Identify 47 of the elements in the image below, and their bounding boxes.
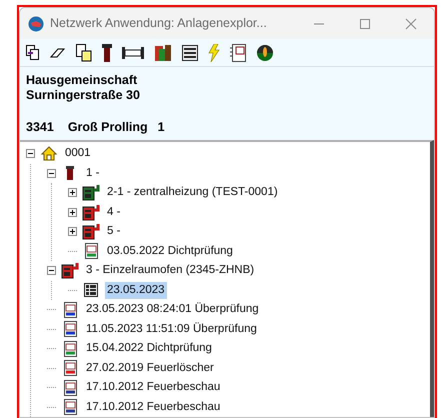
tree-item[interactable]: 3 - Einzelraumofen (2345-ZHNB) (84, 262, 256, 280)
street-text: Surningerstraße 30 (26, 88, 141, 104)
globe-icon[interactable] (256, 44, 274, 62)
copy-icon[interactable] (26, 44, 40, 61)
pipe-icon[interactable] (122, 46, 144, 59)
number-text: 1 (158, 120, 165, 136)
calendar-icon (84, 243, 98, 260)
collapse-icon[interactable] (47, 168, 56, 178)
tree-item[interactable]: 27.02.2019 Feuerlöscher (84, 360, 216, 377)
tree-item[interactable]: 4 - (105, 204, 122, 221)
collapse-icon[interactable] (26, 149, 35, 158)
postcode-text: 3341 (26, 120, 54, 136)
expand-icon[interactable] (68, 227, 77, 236)
window-title: Netzwerk Anwendung: Anlagenexplor... (50, 15, 267, 32)
paste-icon[interactable] (76, 44, 92, 62)
calendar-icon[interactable] (230, 44, 246, 62)
house-icon (41, 146, 57, 162)
calendar-icon (64, 399, 76, 416)
eraser-icon[interactable] (50, 46, 66, 59)
chimney-icon[interactable] (102, 44, 112, 62)
calendar-icon (64, 380, 76, 396)
tree-item[interactable]: 03.05.2022 Dichtprüfung (105, 242, 235, 260)
expand-icon[interactable] (68, 208, 77, 217)
chimney-icon (65, 165, 75, 182)
list-icon (84, 283, 98, 298)
collapse-icon[interactable] (47, 266, 56, 276)
tree-item[interactable]: 11.05.2023 11:51:09 Überprüfung (84, 320, 259, 338)
tree-item[interactable]: 15.04.2022 Dichtprüfung (84, 340, 214, 358)
name-text: Hausgemeinschaft (26, 73, 138, 88)
globe-icon (28, 16, 44, 32)
calendar-icon (64, 302, 76, 318)
tree-item[interactable]: 17.10.2012 Feuerbeschau (84, 398, 222, 416)
tree-item[interactable]: 17.10.2012 Feuerbeschau (84, 379, 222, 396)
place-text: Groß Prolling (68, 120, 148, 136)
calendar-icon (64, 321, 76, 338)
calendar-icon (64, 360, 76, 376)
boiler-icon[interactable] (154, 44, 172, 62)
tree-item[interactable]: 23.05.2023 (105, 282, 167, 299)
tree-item[interactable]: 0001 (63, 145, 93, 162)
list-icon[interactable] (182, 44, 198, 61)
tree-item[interactable]: 23.05.2023 08:24:01 Überprüfung (84, 301, 261, 318)
tree-item[interactable]: 1 - (84, 164, 102, 182)
tree-item[interactable]: 5 - (105, 223, 122, 240)
tree-item[interactable]: 2-1 - zentralheizung (TEST-0001) (105, 184, 280, 202)
calendar-icon (64, 340, 76, 357)
expand-icon[interactable] (68, 188, 77, 198)
lightning-icon[interactable] (208, 44, 220, 62)
